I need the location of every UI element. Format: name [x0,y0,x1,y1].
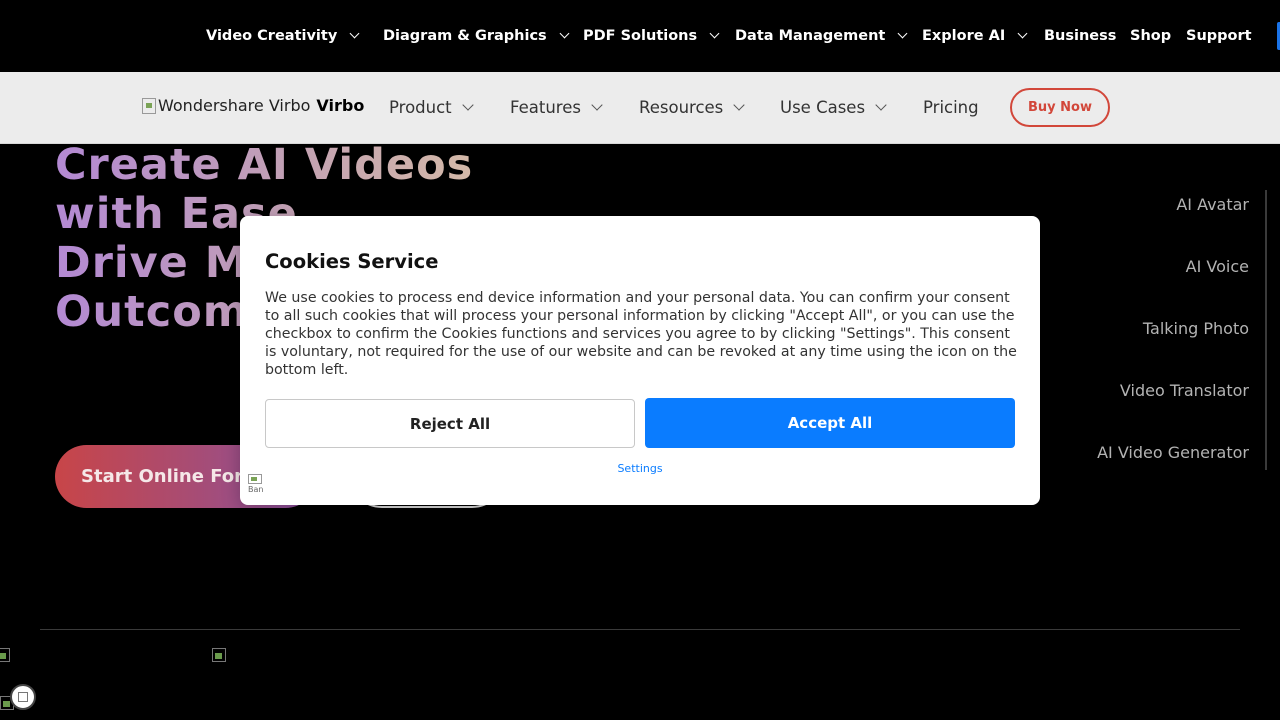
feature-ai-video-generator[interactable]: AI Video Generator [1097,443,1249,462]
product-nav: Wondershare Virbo Virbo Product Features … [0,72,1280,144]
nav-explore-ai[interactable]: Explore AI [922,27,1028,45]
menu-use-cases[interactable]: Use Cases [780,98,887,117]
broken-image-icon [0,648,10,662]
menu-features[interactable]: Features [510,98,603,117]
broken-image-icon [248,474,262,484]
feature-ai-avatar[interactable]: AI Avatar [1176,195,1249,214]
chevron-down-icon [897,28,908,39]
section-divider [40,629,1240,630]
menu-resources[interactable]: Resources [639,98,745,117]
cookie-dialog-text: We use cookies to process end device inf… [265,290,1017,378]
menu-product[interactable]: Product [389,98,474,117]
logo-alt-text: Wondershare Virbo [158,96,311,115]
feature-talking-photo[interactable]: Talking Photo [1143,319,1249,338]
chevron-down-icon [349,28,360,39]
nav-support[interactable]: Support [1186,27,1252,45]
chevron-down-icon [591,99,603,111]
chevron-down-icon [1017,28,1028,39]
feature-video-translator[interactable]: Video Translator [1120,381,1249,400]
broken-image-icon [142,98,156,114]
feature-list-scroll-track [1265,190,1267,470]
chevron-down-icon [875,99,887,111]
broken-image-icon [18,692,28,702]
cookie-consent-dialog: Cookies Service We use cookies to proces… [240,216,1040,505]
cookie-provider-logo: Ban [248,474,264,494]
nav-data-management[interactable]: Data Management [735,27,908,45]
chevron-down-icon [709,28,720,39]
virbo-logo[interactable]: Wondershare Virbo Virbo [142,96,364,115]
reject-all-button[interactable]: Reject All [265,399,635,448]
chevron-down-icon [559,28,570,39]
broken-image-icon [212,648,226,662]
nav-business[interactable]: Business [1044,27,1116,45]
cookie-settings-icon[interactable] [10,684,36,710]
menu-pricing[interactable]: Pricing [923,98,979,117]
cookie-dialog-title: Cookies Service [265,250,439,273]
brand-name: Virbo [316,96,365,115]
accept-all-button[interactable]: Accept All [645,398,1015,448]
global-top-nav: Video Creativity Diagram & Graphics PDF … [0,0,1280,72]
chevron-down-icon [461,99,474,111]
chevron-down-icon [733,99,745,111]
cookie-settings-link[interactable]: Settings [240,462,1040,475]
nav-shop[interactable]: Shop [1130,27,1171,45]
nav-video-creativity[interactable]: Video Creativity [206,27,360,45]
feature-ai-voice[interactable]: AI Voice [1186,257,1249,276]
nav-diagram-graphics[interactable]: Diagram & Graphics [383,27,570,45]
nav-pdf-solutions[interactable]: PDF Solutions [583,27,720,45]
buy-now-button[interactable]: Buy Now [1010,88,1110,127]
